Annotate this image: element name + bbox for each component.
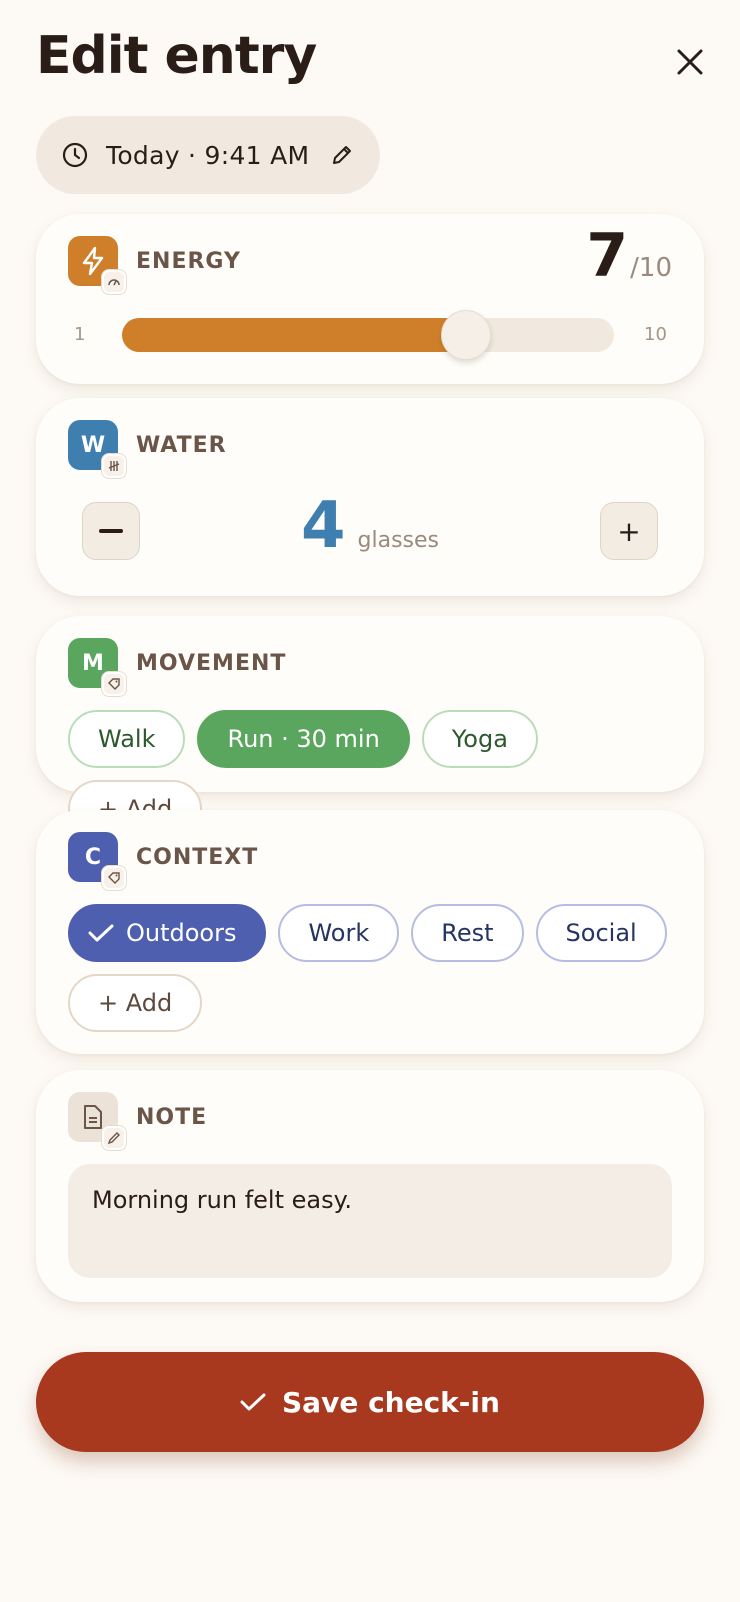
movement-card: M MOVEMENT Walk Run · 30 min Yoga + Add [36, 616, 704, 838]
water-card: W WATER 4 glasses + [36, 398, 704, 596]
timestamp-text: Today · 9:41 AM [106, 140, 310, 170]
context-chip-social[interactable]: Social [535, 904, 667, 962]
save-button[interactable]: Save check-in [36, 1352, 704, 1452]
context-badge: C [68, 832, 126, 890]
water-number: 4 [300, 489, 346, 563]
tag-icon [102, 866, 126, 890]
page-title: Edit entry [36, 26, 317, 86]
check-icon [88, 924, 114, 942]
note-label: NOTE [136, 1104, 208, 1130]
movement-chip-walk[interactable]: Walk [68, 710, 186, 768]
slider-min-label: 1 [74, 324, 86, 345]
energy-slider-thumb[interactable] [441, 310, 491, 360]
slider-max-label: 10 [644, 324, 667, 345]
context-chips: Outdoors Work Rest Social + Add [68, 904, 678, 1032]
document-icon [84, 1105, 102, 1129]
context-chip-rest[interactable]: Rest [411, 904, 524, 962]
clock-icon [62, 142, 88, 168]
context-card: C CONTEXT Outdoors Work Rest Social + Ad… [36, 810, 704, 1054]
lightning-icon [82, 246, 104, 276]
water-unit: glasses [357, 528, 439, 553]
energy-slider-fill [122, 318, 466, 352]
check-icon [240, 1393, 266, 1411]
movement-badge: M [68, 638, 126, 696]
water-badge-letter: W [80, 432, 106, 458]
note-textarea[interactable]: Morning run felt easy. [68, 1164, 672, 1278]
timestamp-pill[interactable]: Today · 9:41 AM [36, 116, 380, 194]
water-increment-button[interactable]: + [600, 502, 658, 560]
context-add-button[interactable]: + Add [68, 974, 203, 1032]
movement-label: MOVEMENT [136, 650, 287, 676]
energy-value: 7 /10 [586, 226, 672, 286]
save-button-label: Save check-in [282, 1385, 500, 1419]
note-badge [68, 1092, 126, 1150]
pencil-icon [102, 1126, 126, 1150]
movement-badge-letter: M [82, 650, 104, 676]
energy-slider[interactable] [122, 310, 614, 360]
energy-max: /10 [630, 253, 672, 283]
water-label: WATER [136, 432, 227, 458]
close-button[interactable] [668, 40, 712, 84]
plus-icon: + [617, 514, 641, 548]
context-chip-outdoors[interactable]: Outdoors [68, 904, 267, 962]
context-chip-work[interactable]: Work [278, 904, 400, 962]
context-label: CONTEXT [136, 844, 259, 870]
pencil-icon [331, 144, 353, 166]
tally-icon [102, 454, 126, 478]
context-badge-letter: C [84, 844, 102, 870]
energy-card: ENERGY 7 /10 1 10 [36, 214, 704, 384]
note-card: NOTE Morning run felt easy. [36, 1070, 704, 1302]
gauge-icon [102, 270, 126, 294]
context-chip-outdoors-label: Outdoors [126, 919, 237, 947]
movement-chip-run[interactable]: Run · 30 min [197, 710, 410, 768]
water-badge: W [68, 420, 126, 478]
energy-badge [68, 236, 126, 294]
tag-icon [102, 672, 126, 696]
movement-chip-yoga[interactable]: Yoga [421, 710, 538, 768]
energy-label: ENERGY [136, 248, 241, 274]
close-icon [677, 49, 703, 75]
energy-number: 7 [586, 221, 629, 291]
